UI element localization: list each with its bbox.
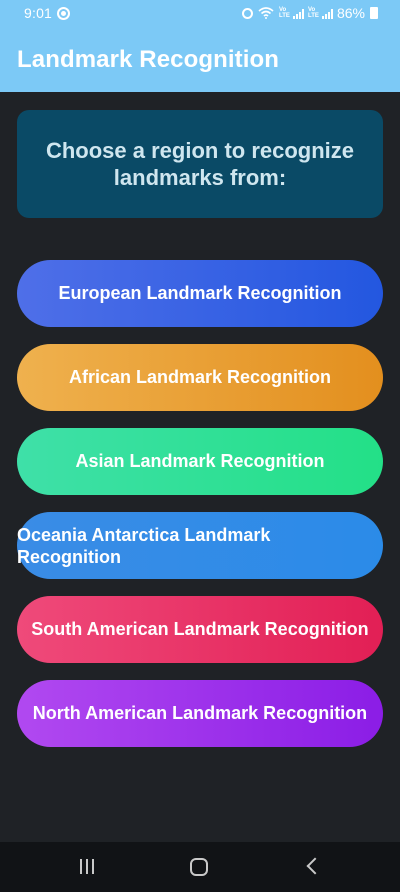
region-prompt-text: Choose a region to recognize landmarks f… — [45, 138, 355, 190]
app-notification-icon — [57, 7, 70, 20]
alarm-icon — [241, 7, 253, 19]
asian-landmark-button[interactable]: Asian Landmark Recognition — [17, 428, 383, 495]
volte-signal-icon: Vo LTE — [279, 7, 304, 19]
wifi-icon — [258, 7, 274, 19]
status-bar: 9:01 Vo LTE Vo LTE 86% — [0, 0, 400, 26]
navigation-bar — [0, 842, 400, 892]
oceania-antarctica-landmark-button[interactable]: Oceania Antarctica Landmark Recognition — [17, 512, 383, 579]
volte-signal-icon: Vo LTE — [308, 7, 333, 19]
african-landmark-button[interactable]: African Landmark Recognition — [17, 344, 383, 411]
battery-icon — [370, 7, 378, 19]
home-icon[interactable] — [190, 858, 208, 876]
status-icons: Vo LTE Vo LTE 86% — [241, 4, 378, 22]
region-prompt-card: Choose a region to recognize landmarks f… — [17, 110, 383, 218]
north-american-landmark-button[interactable]: North American Landmark Recognition — [17, 680, 383, 747]
back-icon[interactable] — [305, 856, 319, 878]
european-landmark-button[interactable]: European Landmark Recognition — [17, 260, 383, 327]
south-american-landmark-button[interactable]: South American Landmark Recognition — [17, 596, 383, 663]
battery-percentage: 86% — [336, 5, 365, 21]
app-title: Landmark Recognition — [17, 46, 280, 73]
status-time: 9:01 — [24, 5, 53, 21]
app-header-area: 9:01 Vo LTE Vo LTE 86% Landmark Recognit… — [0, 0, 400, 92]
recents-icon[interactable] — [80, 856, 96, 878]
